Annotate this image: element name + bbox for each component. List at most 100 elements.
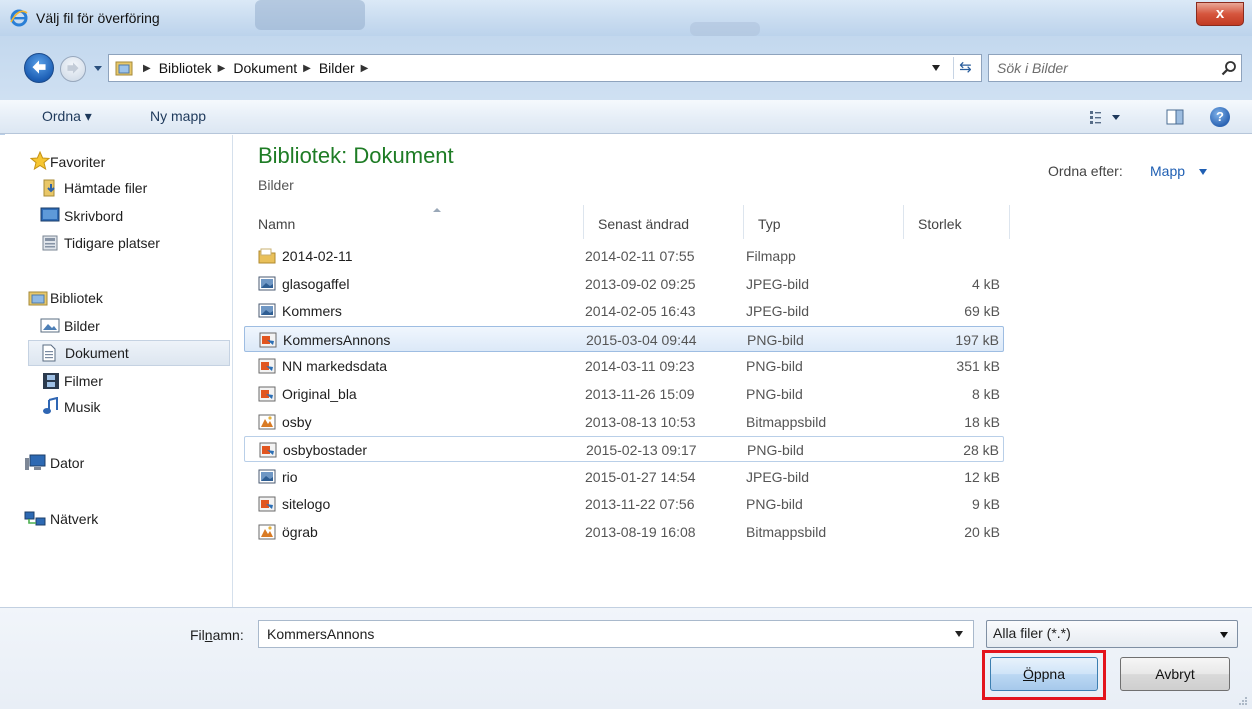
breadcrumb-separator[interactable]: ▶ [137,63,159,74]
address-bar[interactable]: ▶ Bibliotek ▶ Dokument ▶ Bilder ▶ ⇆ [108,54,982,82]
sidebar-item-filmer[interactable]: Filmer [43,368,103,394]
file-type: Bitmappsbild [746,413,827,430]
search-box[interactable] [988,54,1242,82]
jpeg-icon [258,469,276,484]
file-size: 12 kB [964,468,1000,485]
background-blur [255,0,365,30]
breadcrumb-item-bibliotek[interactable]: Bibliotek [159,60,212,76]
downloads-folder-icon [43,179,55,197]
computer-icon [25,454,46,470]
new-folder-button[interactable]: Ny mapp [150,108,206,124]
window-title: Välj fil för överföring [36,10,160,26]
chevron-down-icon[interactable] [931,64,941,72]
page-title: Bibliotek: Dokument [258,143,454,168]
sidebar-item-favoriter[interactable]: Favoriter [30,149,105,175]
open-button[interactable]: Öppna [990,657,1098,691]
png-icon [258,496,276,512]
file-row[interactable]: KommersAnnons 2015-03-04 09:44 PNG-bild 197… [244,325,1004,352]
column-header-size[interactable]: Storlek [904,205,1010,239]
search-input[interactable] [997,59,1197,77]
file-row[interactable]: osbybostader 2015-02-13 09:17 PNG-bild 28 k… [244,436,1004,463]
document-icon [42,344,56,362]
library-folder-icon [115,61,133,76]
arrow-right-icon [67,62,79,74]
bitmap-icon [258,524,276,540]
sidebar-item-bilder[interactable]: Bilder [40,313,100,339]
sidebar-item-label: Dator [50,455,85,471]
close-button[interactable]: x [1196,2,1244,26]
file-row[interactable]: ögrab 2013-08-19 16:08 Bitmappsbild 20 kB [244,519,1004,545]
breadcrumb-separator[interactable]: ▶ [355,63,377,74]
file-row[interactable]: sitelogo 2013-11-22 07:56 PNG-bild 9 kB [244,491,1004,517]
sidebar-item-label: Nätverk [50,511,99,527]
help-button[interactable]: ? [1210,107,1230,127]
navigation-pane: Favoriter Hämtade filer Skrivbord Tidiga… [0,135,233,607]
caret-down-icon[interactable] [1198,168,1208,176]
open-button-label: ppna [1033,666,1066,682]
chevron-down-icon[interactable] [954,630,964,638]
filename-label-accesskey: n [204,627,213,643]
network-icon [24,511,46,526]
file-row[interactable]: 2014-02-11 2014-02-11 07:55 Filmapp [244,243,1004,269]
file-type: JPEG-bild [746,275,810,292]
film-icon [43,373,59,389]
page-subtitle: Bilder [258,177,294,193]
file-date: 2013-11-26 15:09 [585,386,695,402]
sidebar-item-skrivbord[interactable]: Skrivbord [40,203,123,229]
folder-icon [258,248,276,264]
sidebar-item-musik[interactable]: Musik [43,394,101,420]
preview-pane-icon[interactable] [1166,108,1184,126]
file-type: JPEG-bild [746,303,810,320]
music-icon [43,397,58,414]
forward-button[interactable] [60,56,86,82]
file-row[interactable]: osby 2013-08-13 10:53 Bitmappsbild 18 kB [244,409,1004,435]
filename-input[interactable] [258,620,974,648]
file-date: 2014-03-11 09:23 [585,358,695,375]
filename-label-text: Fil [190,627,205,643]
cancel-button[interactable]: Avbryt [1120,657,1230,691]
sidebar-item-dator[interactable]: Dator [25,450,85,476]
file-row[interactable]: Original_bla 2013-11-26 15:09 PNG-bild 8 kB [244,381,1004,407]
file-row[interactable]: glasogaffel 2013-09-02 09:25 JPEG-bild 4 kB [244,271,1004,297]
arrange-by-dropdown[interactable]: Mapp [1150,163,1185,179]
column-header-name[interactable]: Namn [244,205,584,239]
recent-places-icon [42,235,58,251]
png-icon [259,332,277,348]
file-name: NN markedsdata [282,358,388,375]
chevron-down-icon[interactable] [92,61,104,75]
back-button[interactable] [24,53,54,83]
organize-button[interactable]: Ordna ▾ [42,108,92,125]
breadcrumb-item-bilder[interactable]: Bilder [319,60,355,76]
search-icon[interactable] [1221,60,1237,76]
jpeg-icon [258,276,276,291]
desktop-icon [40,207,60,222]
file-date: 2013-08-19 16:08 [585,524,696,540]
resize-grip-icon[interactable] [1238,696,1248,706]
file-type: PNG-bild [747,331,804,348]
sidebar-item-tidigare-platser[interactable]: Tidigare platser [42,230,160,256]
breadcrumb-separator[interactable]: ▶ [212,63,234,74]
file-row[interactable]: Kommers 2014-02-05 16:43 JPEG-bild 69 kB [244,298,1004,324]
file-row[interactable]: NN markedsdata 2014-03-11 09:23 PNG-bild 35… [244,353,1004,379]
refresh-button[interactable]: ⇆ [953,57,977,79]
sidebar-item-bibliotek[interactable]: Bibliotek [28,285,103,311]
sidebar-item-natverk[interactable]: Nätverk [24,506,99,532]
file-name: KommersAnnons [283,331,391,348]
breadcrumb-item-dokument[interactable]: Dokument [233,60,297,76]
sidebar-item-hamtade-filer[interactable]: Hämtade filer [43,175,147,201]
filetype-select[interactable]: Alla filer (*.*) [986,620,1238,648]
file-row[interactable]: rio 2015-01-27 14:54 JPEG-bild 12 kB [244,464,1004,490]
file-list-pane: Bibliotek: Dokument Bilder Ordna efter: … [234,135,1252,607]
open-button-accesskey: Ö [1022,666,1034,682]
sidebar-item-dokument[interactable]: Dokument [28,340,230,366]
column-header-date[interactable]: Senast ändrad [584,205,744,239]
column-header-type[interactable]: Typ [744,205,904,239]
file-name: ögrab [282,524,318,540]
breadcrumb-separator[interactable]: ▶ [297,63,319,74]
file-name: 2014-02-11 [282,248,353,264]
png-icon [259,442,277,458]
view-options-icon[interactable] [1088,108,1128,126]
column-headers: Namn Senast ändrad Typ Storlek [244,205,1010,239]
background-blur [690,22,760,36]
filetype-value: Alla filer (*.*) [993,625,1071,641]
